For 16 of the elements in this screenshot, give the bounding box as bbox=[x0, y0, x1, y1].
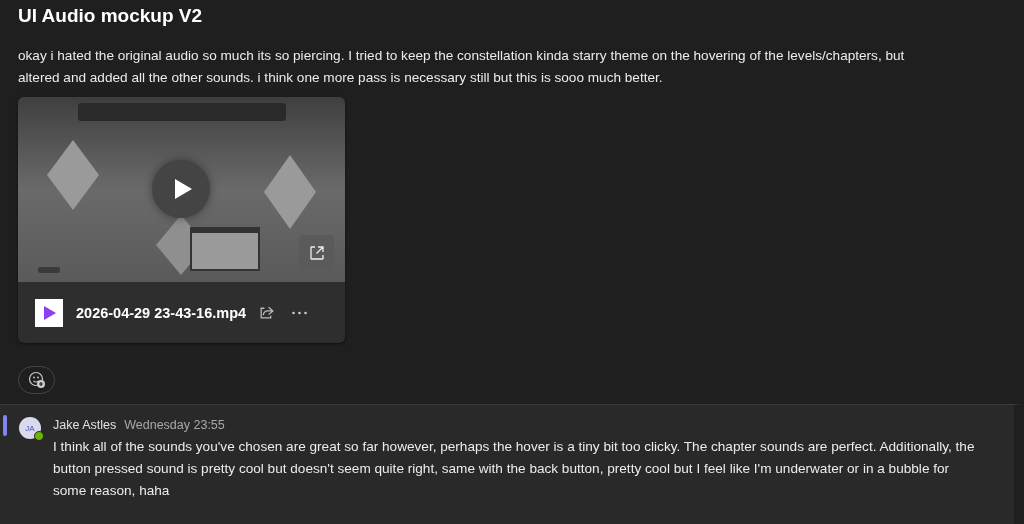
video-file-icon bbox=[35, 298, 63, 327]
avatar[interactable]: JA bbox=[19, 417, 41, 439]
more-icon bbox=[291, 310, 309, 315]
file-name: 2026-04-29 23-43-16.mp4 bbox=[76, 304, 247, 321]
post-text: okay i hated the original audio so much its so piercing. I tried to keep the constellation kinda starry theme on the hovering of the levels/chapters, but altered and added all the other sounds. i think one more pass is necessary still but this is sooo much better. bbox=[18, 47, 906, 87]
open-in-new-window-icon bbox=[308, 244, 325, 261]
add-reaction-button[interactable] bbox=[18, 366, 55, 394]
share-icon bbox=[258, 304, 276, 321]
open-in-new-window-button[interactable] bbox=[299, 235, 334, 270]
reply-text: I think all of the sounds you've chosen are great so far however, perhaps the hover is a tiny bit too clicky. The chapter sounds are perfect. Additionally, the button pressed sound is pretty cool but doesn't seem quite right, same with the back button, pretty cool but I feel like I'm underwater or in a bubble for some reason, haha bbox=[53, 438, 976, 500]
post-title: UI Audio mockup V2 bbox=[18, 4, 204, 28]
play-icon bbox=[173, 178, 193, 200]
add-reaction-icon bbox=[27, 371, 46, 389]
author-name: Jake Astles bbox=[53, 418, 117, 432]
timestamp: Wednesday 23:55 bbox=[124, 418, 225, 432]
unread-indicator bbox=[3, 415, 7, 436]
